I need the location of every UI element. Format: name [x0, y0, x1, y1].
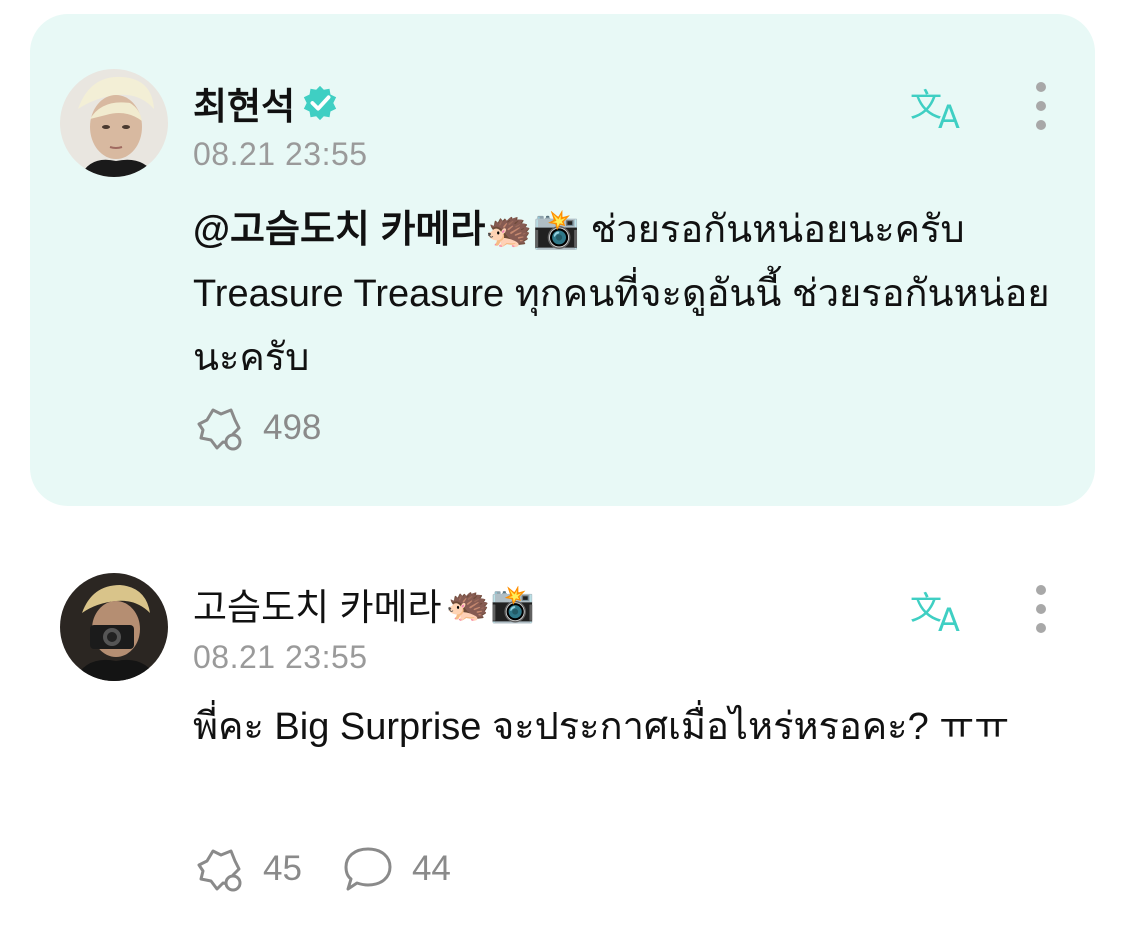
comment-text: พี่คะ Big Surprise จะประกาศเมื่อไหร่หรอค…	[193, 706, 1010, 748]
like-button[interactable]: 498	[193, 404, 321, 452]
highlighted-comment: 최현석 08.21 23:55 文 A @고슴도치 카메라🦔📸 ช่วยรอกั…	[30, 14, 1095, 506]
like-button[interactable]: 45	[193, 845, 302, 893]
action-bar: 498	[193, 404, 361, 452]
comment-icon	[344, 847, 392, 891]
author-name[interactable]: 최현석	[193, 76, 295, 130]
action-bar: 45 44	[193, 845, 491, 893]
author-row: 고슴도치 카메라 🦔📸	[193, 577, 535, 631]
avatar[interactable]	[60, 69, 168, 177]
like-icon	[197, 408, 242, 451]
timestamp: 08.21 23:55	[193, 639, 368, 675]
author-emoji: 🦔📸	[445, 584, 536, 625]
like-count: 45	[263, 849, 302, 888]
reply-comment: 고슴도치 카메라 🦔📸 08.21 23:55 文 A พี่คะ Big Su…	[30, 555, 1095, 915]
timestamp: 08.21 23:55	[193, 136, 368, 172]
author-name[interactable]: 고슴도치 카메라	[193, 577, 442, 631]
comment-count: 44	[411, 849, 451, 888]
comment-button[interactable]: 44	[342, 845, 451, 893]
svg-text:A: A	[938, 601, 960, 635]
like-count: 498	[263, 408, 322, 447]
verified-badge-icon	[303, 85, 337, 121]
mention-link[interactable]: @고슴도치 카메라🦔📸	[193, 209, 580, 251]
comment-feed: 최현석 08.21 23:55 文 A @고슴도치 카메라🦔📸 ช่วยรอกั…	[0, 0, 1125, 934]
translate-icon[interactable]: 文 A	[910, 82, 972, 132]
like-icon	[197, 849, 242, 892]
author-row: 최현석	[193, 76, 339, 130]
svg-text:A: A	[938, 98, 960, 132]
translate-icon[interactable]: 文 A	[910, 585, 972, 635]
avatar[interactable]	[60, 573, 168, 681]
comment-text: @고슴도치 카메라🦔📸 ช่วยรอกันหน่อยนะครับ Treasur…	[193, 198, 1063, 390]
more-vertical-icon[interactable]	[1034, 583, 1048, 635]
more-vertical-icon[interactable]	[1034, 80, 1048, 132]
